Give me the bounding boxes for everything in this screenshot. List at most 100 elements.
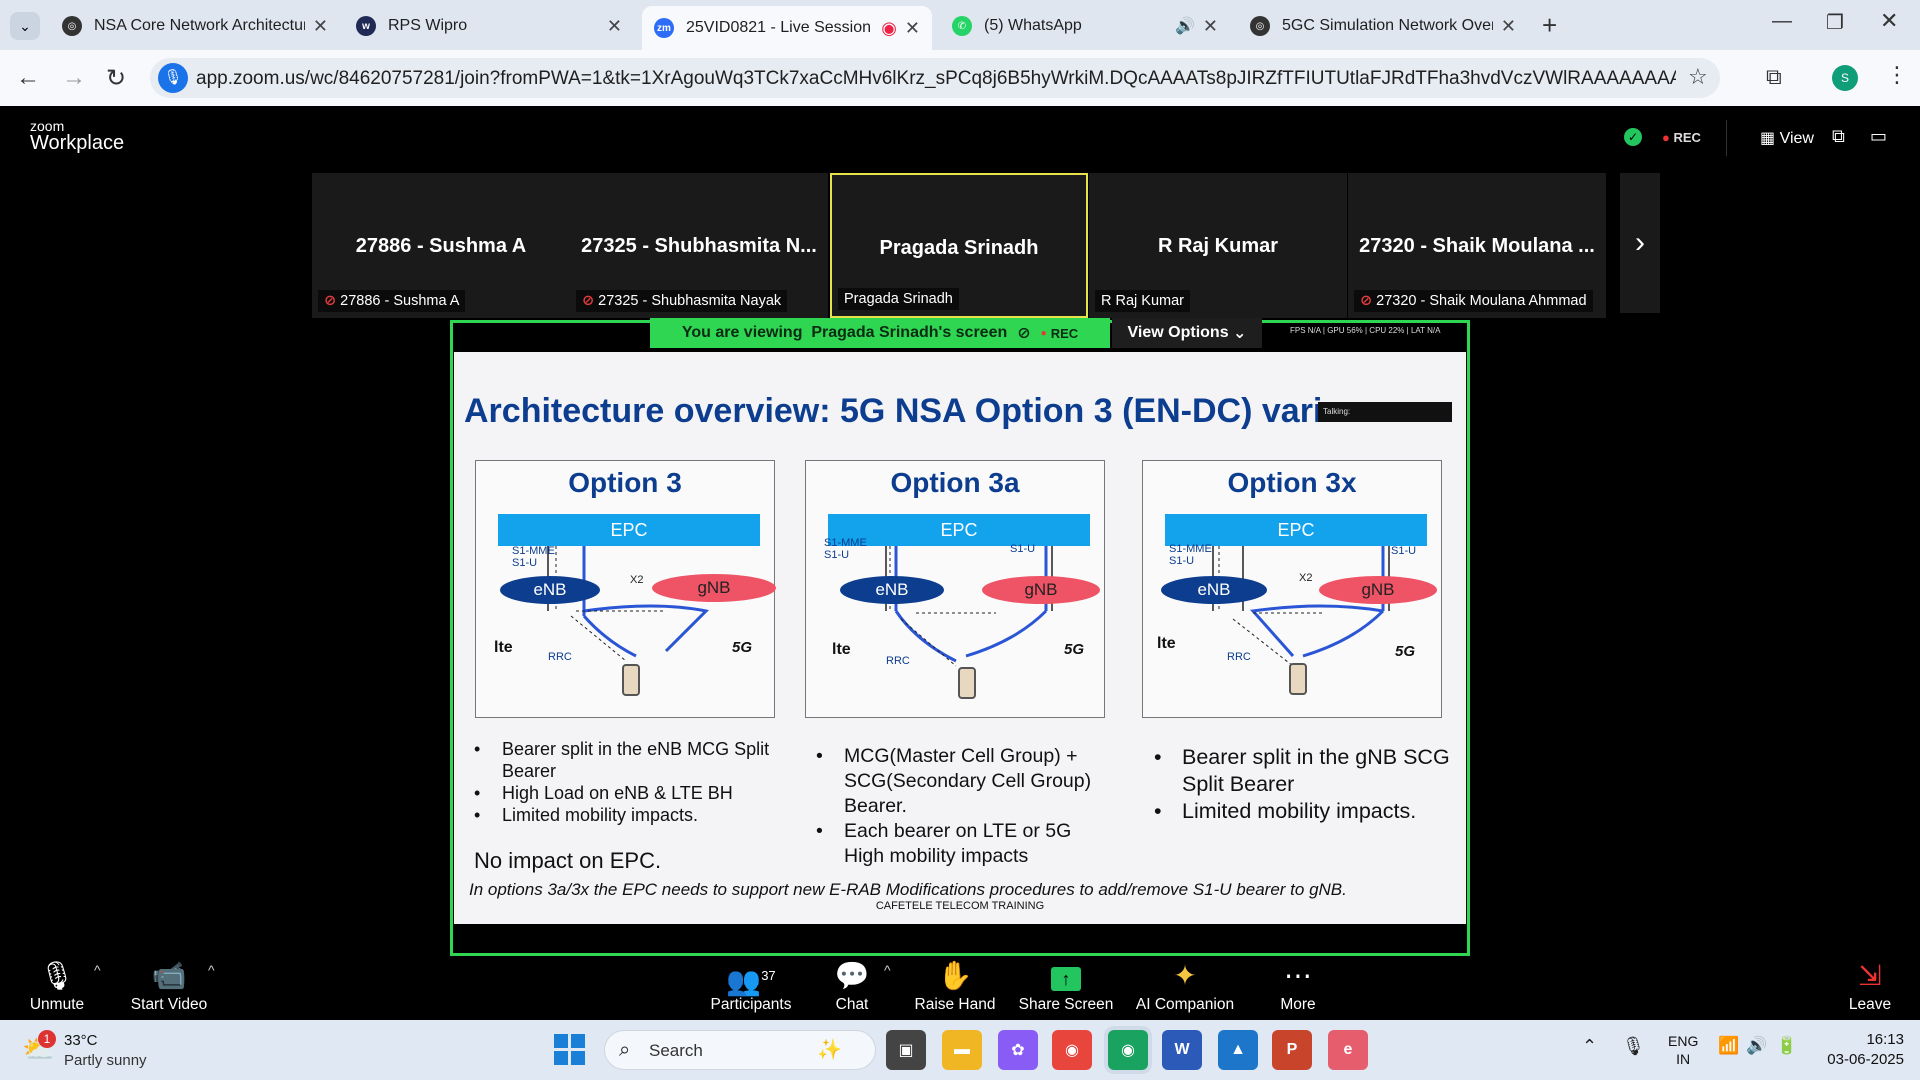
lte-logo: lte	[1157, 635, 1176, 652]
video-options-caret[interactable]: ^	[208, 962, 215, 978]
window-close-button[interactable]: ✕	[1880, 8, 1898, 34]
no-impact-text: No impact on EPC.	[474, 848, 662, 873]
gnb-node: gNB	[982, 576, 1100, 604]
volume-icon[interactable]: 🔊	[1746, 1036, 1767, 1056]
tab-search-button[interactable]: ⌄	[10, 12, 40, 40]
interface-label: S1-U	[1010, 543, 1036, 555]
zoom-header: zoom Workplace ✓ ● REC ▦ View ⧉ ▭	[0, 106, 1920, 170]
close-icon[interactable]: ✕	[1501, 16, 1516, 37]
chat-options-caret[interactable]: ^	[884, 962, 891, 978]
tab-5gc-simulation[interactable]: ◎ 5GC Simulation Network Overv ✕	[1238, 6, 1528, 46]
participant-label-text: Pragada Srinadh	[844, 291, 953, 307]
copilot-icon[interactable]: ✿	[998, 1030, 1038, 1070]
leave-button[interactable]: ⇲ Leave	[1842, 956, 1898, 1020]
rrc-label: RRC	[548, 651, 572, 663]
powerpoint-icon[interactable]: P	[1272, 1030, 1312, 1070]
participant-label: ⊘ 27886 - Sushma A	[318, 290, 466, 312]
extensions-icon[interactable]: ⧉	[1766, 64, 1782, 90]
forward-button[interactable]: →	[62, 64, 86, 92]
close-icon[interactable]: ✕	[313, 16, 328, 37]
view-button[interactable]: ▦ View	[1760, 128, 1814, 148]
share-screen-icon: ↑	[1016, 956, 1116, 996]
phone-icon	[622, 664, 640, 696]
url-bar[interactable]: 🎙 app.zoom.us/wc/84620757281/join?fromPW…	[150, 58, 1720, 98]
weather-badge: 1	[38, 1030, 56, 1048]
ai-companion-label: AI Companion	[1135, 996, 1235, 1013]
close-icon[interactable]: ✕	[1203, 16, 1218, 37]
participant-label-text: 27886 - Sushma A	[340, 293, 460, 309]
back-button[interactable]: ←	[16, 64, 40, 92]
microphone-icon[interactable]: 🎙	[1622, 1036, 1645, 1057]
enb-node: eNB	[500, 576, 600, 604]
participant-tile[interactable]: R Raj Kumar R Raj Kumar	[1089, 173, 1347, 318]
show-hidden-icons[interactable]: ⌃	[1582, 1036, 1597, 1057]
audio-options-caret[interactable]: ^	[94, 962, 101, 978]
tab-rps-wipro[interactable]: w RPS Wipro ✕	[344, 6, 634, 46]
profile-avatar[interactable]: S	[1832, 65, 1858, 91]
participant-name: R Raj Kumar	[1157, 235, 1279, 257]
windows-start-icon[interactable]	[554, 1034, 586, 1066]
unmute-label: Unmute	[29, 996, 85, 1013]
share-screen-label: Share Screen	[1018, 996, 1114, 1013]
interface-label: S1-MME S1-U	[512, 545, 555, 569]
unmute-button[interactable]: 🎙 Unmute	[22, 956, 92, 1020]
encryption-shield-icon[interactable]: ✓	[1624, 128, 1642, 146]
participant-tile[interactable]: 27320 - Shaik Moulana ... ⊘ 27320 - Shaik…	[1348, 173, 1606, 318]
photos-icon[interactable]: ▲	[1218, 1030, 1258, 1070]
participants-count: 37	[761, 968, 776, 983]
wifi-icon[interactable]: 📶	[1718, 1036, 1739, 1056]
edge-icon[interactable]: e	[1328, 1030, 1368, 1070]
recording-icon: ◉	[881, 17, 897, 38]
address-bar-row: ← → ↻ 🎙 app.zoom.us/wc/84620757281/join?…	[0, 50, 1920, 106]
file-explorer-icon[interactable]: ▬	[942, 1030, 982, 1070]
raise-hand-button[interactable]: ✋ Raise Hand	[910, 956, 1000, 1020]
chrome-icon[interactable]: ◉	[1052, 1030, 1092, 1070]
picture-in-picture-icon[interactable]: ⧉	[1832, 126, 1845, 147]
close-icon[interactable]: ✕	[905, 18, 920, 39]
browser-tab-bar: ⌄ ◎ NSA Core Network Architecture ✕ w RP…	[0, 0, 1920, 50]
chevron-down-icon: ⌄	[1233, 325, 1247, 342]
chat-button[interactable]: 💬 Chat	[822, 956, 882, 1020]
openai-icon: ◎	[1250, 16, 1270, 36]
minimize-window-icon[interactable]: ▭	[1870, 126, 1887, 147]
share-screen-button[interactable]: ↑ Share Screen	[1016, 956, 1116, 1020]
reload-button[interactable]: ↻	[106, 64, 126, 93]
new-tab-button[interactable]: +	[1542, 10, 1557, 41]
participants-button[interactable]: 👥37 Participants	[706, 956, 796, 1020]
interface-label: S1-MME S1-U	[824, 537, 867, 561]
option-3a-bullets: MCG(Master Cell Group) + SCG(Secondary C…	[816, 744, 1116, 869]
view-options-button[interactable]: View Options ⌄	[1112, 318, 1262, 348]
mic-muted-icon: 🎙	[39, 960, 75, 991]
microphone-icon[interactable]: 🎙	[158, 63, 188, 93]
participant-tile[interactable]: 27325 - Shubhasmita N... ⊘ 27325 - Shubha…	[570, 173, 828, 318]
tab-whatsapp[interactable]: ✆ (5) WhatsApp 🔊 ✕	[940, 6, 1230, 46]
close-icon[interactable]: ✕	[607, 16, 622, 37]
participant-label: ⊘ 27320 - Shaik Moulana Ahmmad	[1354, 290, 1593, 312]
next-participants-button[interactable]: ›	[1620, 173, 1660, 313]
task-view-icon[interactable]: ▣	[886, 1030, 926, 1070]
ai-companion-button[interactable]: ✦ AI Companion	[1130, 956, 1240, 1020]
more-button[interactable]: ⋯ More	[1266, 956, 1330, 1020]
word-icon[interactable]: W	[1162, 1030, 1202, 1070]
view-options-label: View Options	[1127, 324, 1229, 341]
restore-button[interactable]: ❐	[1826, 10, 1844, 35]
participant-tile-active-speaker[interactable]: Pragada Srinadh Pragada Srinadh	[830, 173, 1088, 318]
tab-nsa-core[interactable]: ◎ NSA Core Network Architecture ✕	[50, 6, 340, 46]
rec-indicator: ● REC	[1662, 130, 1701, 145]
chrome-profile-icon[interactable]: ◉	[1108, 1030, 1148, 1070]
rec-dot-icon: ●	[1040, 327, 1047, 339]
battery-icon[interactable]: 🔋	[1776, 1036, 1797, 1056]
option-3x-bullets: Bearer split in the gNB SCG Split Bearer…	[1154, 744, 1454, 825]
minimize-button[interactable]: —	[1772, 10, 1792, 33]
browser-menu-button[interactable]: ⋮	[1886, 62, 1908, 88]
bookmark-star-icon[interactable]: ☆	[1688, 64, 1708, 90]
tab-live-session[interactable]: zm 25VID0821 - Live Session ◉ ✕	[642, 6, 932, 50]
start-video-button[interactable]: 📹 Start Video	[122, 956, 216, 1020]
taskbar-search-box[interactable]: ⌕ Search ✨	[604, 1030, 876, 1070]
participant-tile[interactable]: 27886 - Sushma A ⊘ 27886 - Sushma A	[312, 173, 570, 318]
5g-logo: 5G	[1395, 643, 1416, 660]
share-stats: FPS N/A | GPU 56% | CPU 22% | LAT N/A	[1290, 326, 1441, 335]
clock[interactable]: 16:13 03-06-2025	[1820, 1030, 1904, 1070]
mic-muted-icon: ⊘	[582, 293, 595, 309]
language-indicator[interactable]: ENG IN	[1668, 1032, 1698, 1068]
